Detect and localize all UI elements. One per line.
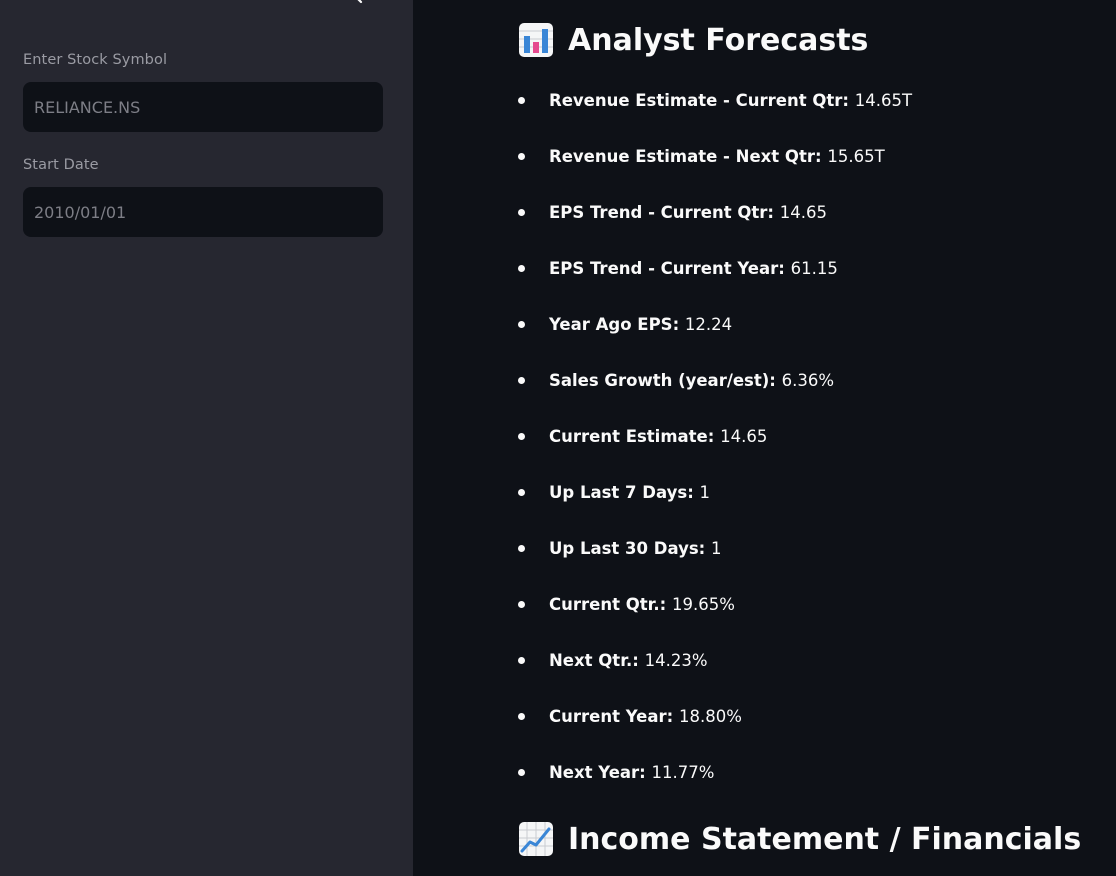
item-key: Up Last 30 Days <box>549 539 699 558</box>
section-title-text: Analyst Forecasts <box>568 22 869 58</box>
bullet <box>518 713 525 720</box>
bullet <box>518 153 525 160</box>
item-key: Current Qtr. <box>549 595 660 614</box>
item-key: Revenue Estimate - Next Qtr <box>549 147 815 166</box>
item-value: 61.15 <box>790 259 838 278</box>
item-key: Next Year <box>549 763 640 782</box>
bullet <box>518 657 525 664</box>
list-item: Up Last 7 Days: 1 <box>518 476 912 532</box>
sidebar: Enter Stock Symbol Start Date <box>0 0 413 876</box>
income-statement-heading: Income Statement / Financials <box>518 820 1081 858</box>
list-item: Next Qtr.: 14.23% <box>518 644 912 700</box>
item-key: EPS Trend - Current Qtr <box>549 203 768 222</box>
bullet <box>518 377 525 384</box>
sidebar-collapse-button[interactable] <box>343 0 371 8</box>
main-content: Analyst Forecasts Revenue Estimate - Cur… <box>413 0 1116 876</box>
bullet <box>518 545 525 552</box>
item-value: 12.24 <box>684 315 733 334</box>
bullet <box>518 433 525 440</box>
analyst-forecasts-heading: Analyst Forecasts <box>518 21 868 59</box>
chevron-left-icon <box>343 0 371 8</box>
bullet <box>518 209 525 216</box>
item-value: 1 <box>699 483 711 502</box>
list-item: Current Estimate: 14.65 <box>518 420 912 476</box>
stock-symbol-input[interactable] <box>23 82 383 132</box>
item-value: 19.65% <box>672 595 735 614</box>
item-key: Revenue Estimate - Current Qtr <box>549 91 843 110</box>
list-item: Up Last 30 Days: 1 <box>518 532 912 588</box>
bullet <box>518 97 525 104</box>
start-date-input[interactable] <box>23 187 383 237</box>
item-value: 14.23% <box>644 651 708 670</box>
list-item: Sales Growth (year/est): 6.36% <box>518 364 912 420</box>
item-key: EPS Trend - Current Year <box>549 259 779 278</box>
list-item: EPS Trend - Current Qtr: 14.65 <box>518 196 912 252</box>
item-key: Year Ago EPS <box>549 315 673 334</box>
item-value: 14.65 <box>779 203 828 222</box>
item-value: 14.65 <box>720 427 768 446</box>
list-item: Next Year: 11.77% <box>518 756 912 812</box>
chart-increasing-icon <box>518 821 554 857</box>
list-item: Revenue Estimate - Next Qtr: 15.65T <box>518 140 912 196</box>
list-item: EPS Trend - Current Year: 61.15 <box>518 252 912 308</box>
item-key: Sales Growth (year/est) <box>549 371 770 390</box>
item-key: Current Estimate <box>549 427 708 446</box>
item-key: Next Qtr. <box>549 651 633 670</box>
item-value: 11.77% <box>651 763 715 782</box>
item-key: Up Last 7 Days <box>549 483 688 502</box>
item-value: 15.65T <box>827 147 885 166</box>
forecast-list: Revenue Estimate - Current Qtr: 14.65T R… <box>518 84 912 812</box>
item-value: 1 <box>711 539 722 558</box>
section-title-text: Income Statement / Financials <box>568 821 1082 857</box>
list-item: Current Year: 18.80% <box>518 700 912 756</box>
bullet <box>518 601 525 608</box>
item-value: 14.65T <box>854 91 913 110</box>
bullet <box>518 489 525 496</box>
list-item: Current Qtr.: 19.65% <box>518 588 912 644</box>
stock-symbol-label: Enter Stock Symbol <box>23 52 168 68</box>
item-value: 6.36% <box>781 371 835 390</box>
start-date-label: Start Date <box>23 157 99 173</box>
list-item: Revenue Estimate - Current Qtr: 14.65T <box>518 84 912 140</box>
bar-chart-icon <box>518 22 554 58</box>
item-value: 18.80% <box>678 707 742 726</box>
bullet <box>518 769 525 776</box>
app: Enter Stock Symbol Start Date Analyst Fo… <box>0 0 1116 876</box>
bullet <box>518 321 525 328</box>
bullet <box>518 265 525 272</box>
list-item: Year Ago EPS: 12.24 <box>518 308 912 364</box>
item-key: Current Year <box>549 707 667 726</box>
